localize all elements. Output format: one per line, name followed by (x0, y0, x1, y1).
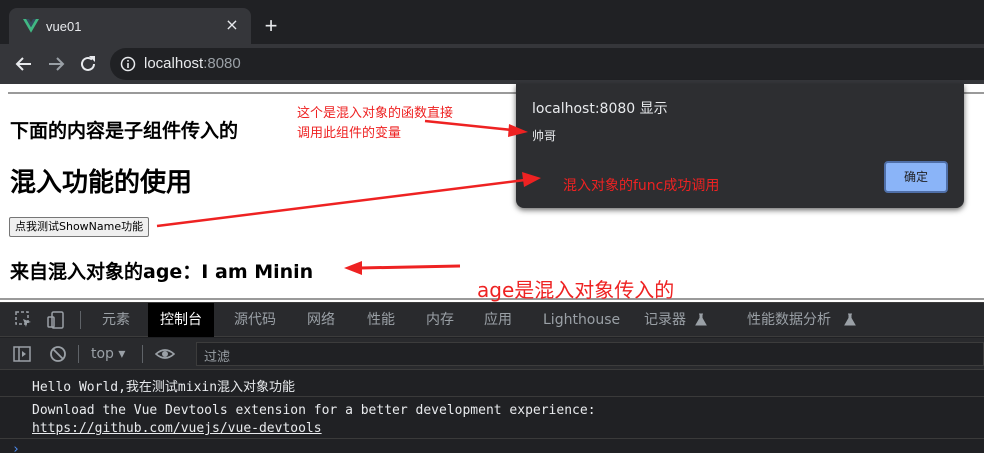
toolbar-separator (78, 345, 79, 363)
vue-logo-icon (23, 19, 39, 33)
annotation-func-note-line1: 这个是混入对象的函数直接 (297, 106, 454, 121)
console-message: Download the Vue Devtools extension for … (0, 397, 984, 439)
annotation-func-note-line2: 调用此组件的变量 (297, 126, 402, 141)
filter-input[interactable]: 过滤 (196, 342, 984, 366)
annotation-func-success: 混入对象的func成功调用 (563, 178, 720, 194)
close-tab-icon[interactable]: × (223, 16, 241, 34)
console-message-text: Hello World,我在测试mixin混入对象功能 (32, 380, 296, 395)
tab-lighthouse[interactable]: Lighthouse (543, 303, 620, 337)
devtools-tab-bar: 元素 控制台 源代码 网络 性能 内存 应用 Lighthouse 记录器 性能… (0, 303, 984, 337)
address-bar[interactable]: localhost:8080 (110, 48, 984, 80)
console-message-text: Download the Vue Devtools extension for … (32, 403, 596, 418)
tab-memory[interactable]: 内存 (426, 303, 454, 337)
url-text: localhost:8080 (144, 55, 241, 72)
tab-performance-insights[interactable]: 性能数据分析 (747, 303, 831, 337)
tab-elements[interactable]: 元素 (102, 303, 130, 337)
child-content-heading: 下面的内容是子组件传入的 (10, 120, 239, 142)
toolbar-separator (80, 311, 81, 329)
tab-recorder[interactable]: 记录器 (644, 303, 686, 337)
devtools-link[interactable]: https://github.com/vuejs/vue-devtools (32, 421, 322, 436)
toolbar-separator (142, 345, 143, 363)
flask-icon (844, 313, 856, 326)
tab-network[interactable]: 网络 (307, 303, 335, 337)
dialog-message: 帅哥 (532, 129, 557, 143)
context-select[interactable]: top ▾ (91, 346, 125, 362)
annotation-age-note: age是混入对象传入的 (477, 278, 675, 302)
console-message: Hello World,我在测试mixin混入对象功能 (0, 371, 984, 397)
tab-application[interactable]: 应用 (484, 303, 512, 337)
console-toolbar: top ▾ 过滤 (0, 338, 984, 370)
sidebar-toggle-icon[interactable] (12, 344, 32, 364)
context-value: top (91, 346, 114, 362)
tab-strip: vue01 × + (0, 0, 984, 44)
page-title: 混入功能的使用 (10, 168, 193, 198)
tab-title: vue01 (46, 19, 82, 34)
flask-icon (695, 313, 707, 326)
tab-console[interactable]: 控制台 (148, 303, 214, 337)
dialog-title: localhost:8080 显示 (532, 101, 668, 117)
console-prompt-icon[interactable]: › (12, 442, 20, 453)
tab-performance[interactable]: 性能 (367, 303, 395, 337)
back-arrow-icon[interactable] (13, 53, 35, 75)
dialog-ok-button[interactable]: 确定 (884, 161, 948, 193)
device-toolbar-icon[interactable] (46, 310, 66, 330)
info-icon[interactable] (120, 56, 136, 72)
annotation-func-note: 这个是混入对象的函数直接 调用此组件的变量 (297, 104, 453, 144)
browser-toolbar: localhost:8080 (0, 44, 984, 84)
url-host: localhost (144, 55, 204, 72)
inspect-element-icon[interactable] (14, 310, 34, 330)
age-heading: 来自混入对象的age：I am Minin (10, 261, 314, 283)
show-name-test-button[interactable]: 点我测试ShowName功能 (9, 217, 150, 237)
clear-console-icon[interactable] (48, 344, 68, 364)
devtools-panel: 元素 控制台 源代码 网络 性能 内存 应用 Lighthouse 记录器 性能… (0, 302, 984, 453)
url-port: :8080 (203, 55, 241, 72)
filter-placeholder: 过滤 (204, 350, 231, 365)
eye-icon[interactable] (155, 344, 175, 364)
reload-icon[interactable] (77, 53, 99, 75)
browser-tab[interactable]: vue01 × (9, 8, 251, 44)
forward-arrow-icon[interactable] (45, 53, 67, 75)
new-tab-button[interactable]: + (260, 15, 282, 38)
tab-sources[interactable]: 源代码 (234, 303, 276, 337)
